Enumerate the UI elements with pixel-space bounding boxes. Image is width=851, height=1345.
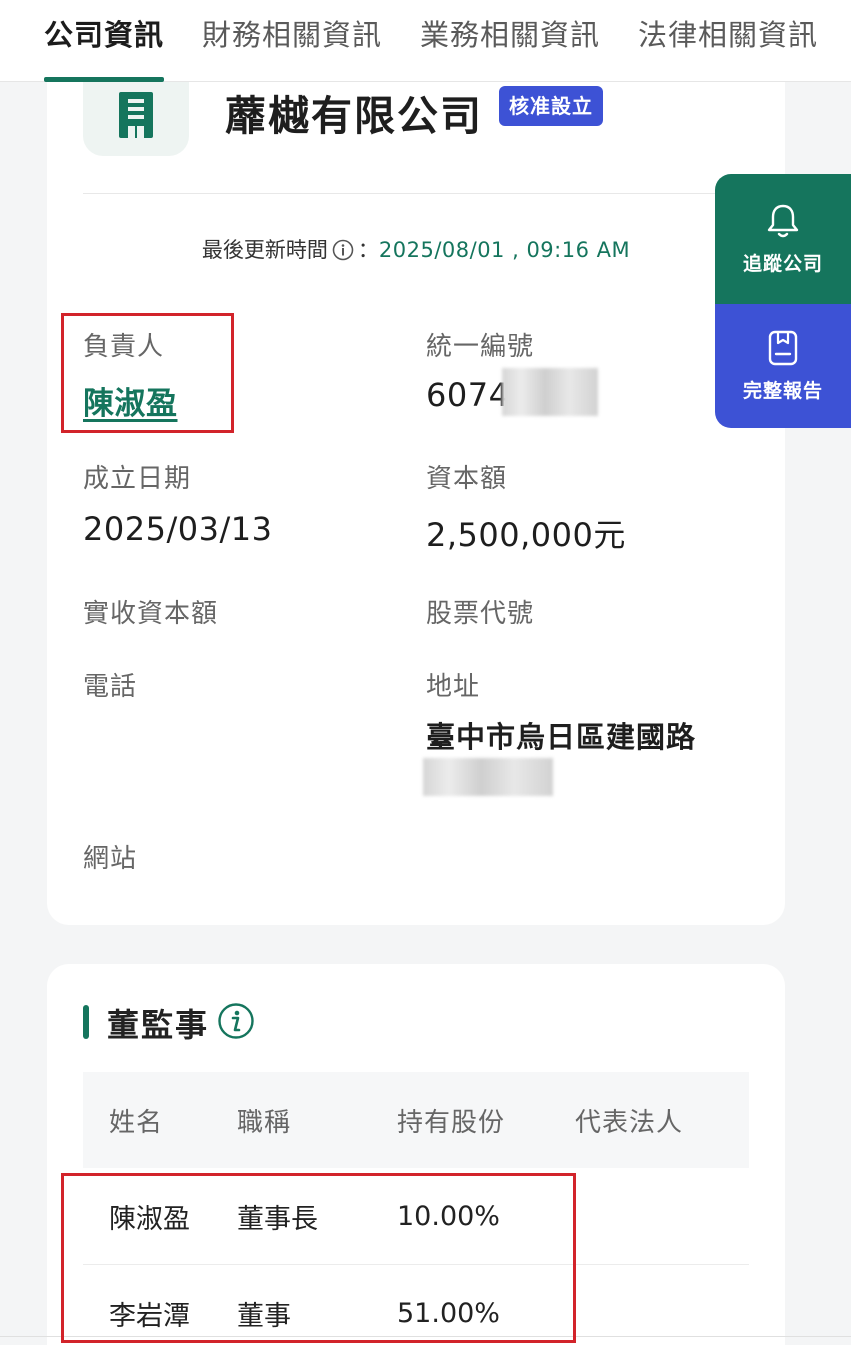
top-tab-bar: 公司資訊 財務相關資訊 業務相關資訊 法律相關資訊 [0,0,851,82]
founded-label: 成立日期 [83,464,192,494]
highlight-owner-box [61,313,234,433]
address-label: 地址 [426,672,481,702]
directors-title: 董監事 [107,1006,210,1044]
bell-icon [767,204,799,237]
last-updated-time: 2025/08/01 , 09:16 AM [378,238,631,262]
tab-legal-info[interactable]: 法律相關資訊 [638,0,818,82]
company-logo [83,78,189,156]
last-updated-separator: ： [357,238,379,262]
tab-business-info[interactable]: 業務相關資訊 [420,0,600,82]
info-icon[interactable] [217,1002,255,1044]
status-badge: 核准設立 [499,86,603,126]
company-name: 蘼樾有限公司 [225,92,483,140]
column-header-shares: 持有股份 [397,1107,506,1138]
last-updated-row: 最後更新時間 ：2025/08/01 , 09:16 AM [47,234,785,266]
table-header: 姓名 職稱 持有股份 代表法人 [83,1072,749,1168]
column-header-representative: 代表法人 [575,1107,684,1138]
info-icon[interactable] [332,239,354,266]
last-updated-label: 最後更新時間 [201,238,328,262]
redacted-address [423,758,553,796]
founded-value: 2025/03/13 [83,510,273,548]
column-header-name: 姓名 [109,1107,164,1138]
company-info-card: 蘼樾有限公司 核准設立 最後更新時間 ：2025/08/01 , 09:16 AM… [47,60,785,925]
tab-financial-info[interactable]: 財務相關資訊 [202,0,382,82]
full-report-button[interactable]: 完整報告 [715,304,851,428]
page: 公司資訊 財務相關資訊 業務相關資訊 法律相關資訊 蘼樾有限公司 核准設立 最後… [0,0,851,1345]
divider [83,193,749,194]
capital-label: 資本額 [426,464,508,494]
stock-code-label: 股票代號 [426,599,535,629]
building-icon [119,92,153,138]
address-value: 臺中市烏日區建國路 [426,720,697,754]
website-label: 網站 [83,844,138,874]
highlight-directors-box [61,1173,576,1343]
side-actions: 追蹤公司 完整報告 [715,174,851,428]
full-report-label: 完整報告 [742,379,823,402]
tax-id-value: 6074 [426,376,510,414]
capital-value: 2,500,000元 [426,516,626,554]
tab-company-info[interactable]: 公司資訊 [44,0,165,82]
track-company-label: 追蹤公司 [742,252,823,275]
redacted-tax-id [502,368,598,416]
section-accent-bar [83,1005,89,1039]
column-header-title: 職稱 [237,1107,292,1138]
paid-capital-label: 實收資本額 [83,599,219,629]
tax-id-label: 統一編號 [426,332,535,362]
phone-label: 電話 [83,672,138,702]
track-company-button[interactable]: 追蹤公司 [715,174,851,304]
report-icon [768,330,798,365]
